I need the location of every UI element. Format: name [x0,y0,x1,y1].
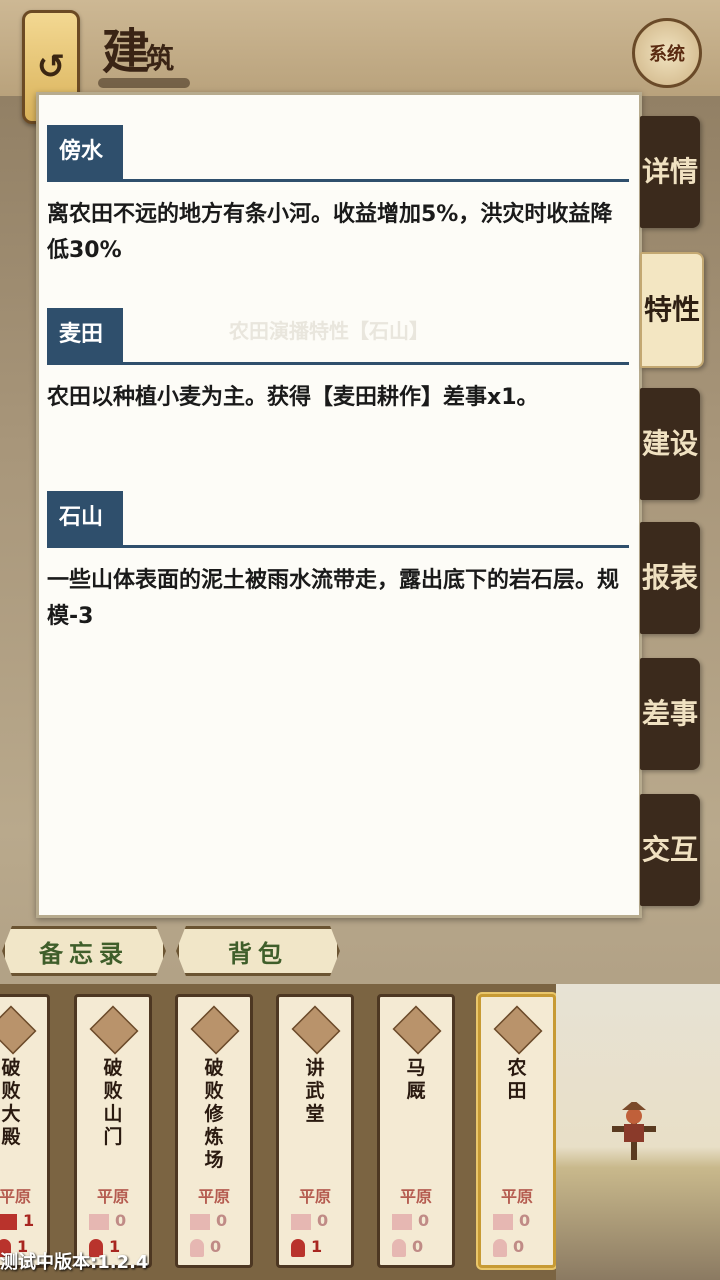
trait-header: 石山 [47,491,629,548]
person-icon [291,1238,305,1257]
stat-people: 0 [493,1237,543,1257]
memo-label: 备忘录 [39,938,129,968]
tab-label: 交互 [641,833,698,866]
stat-value: 0 [115,1211,127,1230]
stat-scroll: 0 [190,1211,240,1230]
back-arrow-icon: ↺ [36,47,66,87]
tab-interact[interactable]: 交互 [640,794,700,906]
building-name: 农田 [507,1057,527,1102]
trait-tag: 石山 [47,491,123,545]
person-icon [493,1238,507,1257]
building-icon [493,1005,543,1055]
terrain-label: 平原 [500,1187,533,1206]
tab-label: 差事 [641,697,698,730]
traits-panel: 农田演播特性【石山】 傍水 离农田不远的地方有条小河。收益增加5%，洪灾时收益降… [36,92,642,918]
building-icon [89,1005,139,1055]
building-card[interactable]: 马厩 平原 0 0 [377,994,455,1268]
scroll-icon [392,1213,412,1230]
stat-value: 0 [519,1211,531,1230]
trait-header: 麦田 [47,308,629,365]
tab-report[interactable]: 报表 [640,522,700,634]
backpack-tab-button[interactable]: 背包 [176,926,340,976]
building-card[interactable]: 破败大殿 平原 1 1 [0,994,50,1268]
page-title: 建筑 [102,12,174,82]
building-card[interactable]: 讲武堂 平原 0 1 [276,994,354,1268]
building-name: 马厩 [406,1057,426,1102]
scroll-icon [291,1213,311,1230]
building-card[interactable]: 破败修炼场 平原 0 0 [175,994,253,1268]
trait-divider [47,179,629,182]
stat-value: 1 [23,1211,35,1230]
trait-divider [47,362,629,365]
trait-description: 农田以种植小麦为主。获得【麦田耕作】差事x1。 [47,385,539,410]
stat-value: 0 [418,1211,430,1230]
version-label: 测试中版本:1.2.4 [0,1252,149,1273]
trait-tag: 傍水 [47,125,123,179]
stat-people: 0 [190,1237,240,1257]
tab-details[interactable]: 详情 [640,116,700,228]
title-underline [98,78,190,88]
building-name: 破败山门 [103,1057,123,1148]
building-name: 破败大殿 [1,1057,21,1148]
trait-description: 离农田不远的地方有条小河。收益增加5%，洪灾时收益降低30% [47,202,613,263]
tab-label: 特性 [643,293,700,326]
backpack-label: 背包 [228,938,288,968]
building-name: 讲武堂 [305,1057,325,1125]
tab-label: 报表 [641,561,698,594]
terrain-label: 平原 [298,1187,331,1206]
tab-errands[interactable]: 差事 [640,658,700,770]
page-title-sub: 筑 [146,42,174,75]
system-label: 系统 [649,44,685,65]
stat-people: 0 [392,1237,442,1257]
tab-label: 详情 [641,155,698,188]
trait-section: 石山 一些山体表面的泥土被雨水流带走，露出底下的岩石层。规模-3 [47,491,629,635]
building-icon [392,1005,442,1055]
tab-label: 建设 [641,427,698,460]
building-card[interactable]: 破败山门 平原 0 1 [74,994,152,1268]
scroll-icon [190,1213,210,1230]
building-icon [0,1005,37,1055]
terrain-label: 平原 [197,1187,230,1206]
stat-scroll: 0 [392,1211,442,1230]
stat-value: 0 [513,1237,525,1256]
stat-scroll: 0 [89,1211,139,1230]
person-icon [392,1238,406,1257]
trait-section: 麦田 农田以种植小麦为主。获得【麦田耕作】差事x1。 [47,308,629,416]
stat-value: 0 [317,1211,329,1230]
trait-section: 傍水 离农田不远的地方有条小河。收益增加5%，洪灾时收益降低30% [47,125,629,269]
stat-people: 1 [291,1237,341,1257]
stat-value: 0 [216,1211,228,1230]
stat-scroll: 0 [493,1211,543,1230]
stat-value: 0 [412,1237,424,1256]
scroll-icon [493,1213,513,1230]
building-icon [190,1005,240,1055]
trait-tag: 麦田 [47,308,123,362]
stat-value: 0 [210,1237,222,1256]
terrain-label: 平原 [96,1187,129,1206]
stat-value: 1 [311,1237,323,1256]
scarecrow-icon [612,1102,656,1160]
building-card-selected[interactable]: 农田 平原 0 0 [478,994,556,1268]
trait-header: 傍水 [47,125,629,182]
memo-tab-button[interactable]: 备忘录 [2,926,166,976]
building-icon [291,1005,341,1055]
trait-divider [47,545,629,548]
terrain-label: 平原 [399,1187,432,1206]
person-icon [190,1238,204,1257]
page-title-main: 建 [102,24,150,80]
stat-scroll: 0 [291,1211,341,1230]
building-card-strip: 破败大殿 平原 1 1 破败山门 平原 0 1 破败修炼场 平原 0 0 讲武堂… [0,984,720,1280]
farm-scene-image [556,984,720,1280]
terrain-label: 平原 [0,1187,31,1206]
tab-construction[interactable]: 建设 [640,388,700,500]
system-button[interactable]: 系统 [632,18,702,88]
stat-scroll: 1 [0,1211,47,1230]
scroll-icon [89,1213,109,1230]
tab-traits[interactable]: 特性 [640,252,704,368]
building-name: 破败修炼场 [204,1057,224,1171]
trait-description: 一些山体表面的泥土被雨水流带走，露出底下的岩石层。规模-3 [47,568,620,629]
scroll-icon [0,1213,17,1230]
